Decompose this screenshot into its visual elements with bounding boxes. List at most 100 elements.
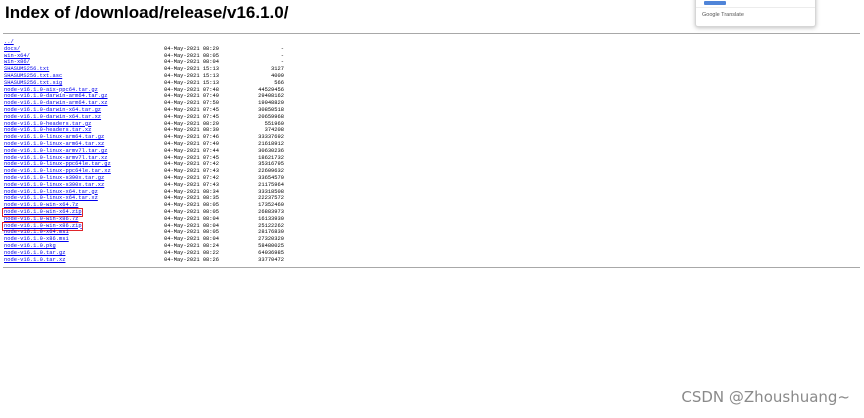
file-link[interactable]: node-v16.1.0-darwin-arm64.tar.gz xyxy=(4,93,108,100)
file-size: 22609632 xyxy=(258,168,284,175)
file-size: - xyxy=(280,45,284,52)
file-date: 04-May-2021 08:05 xyxy=(164,52,219,59)
file-row: node-v16.1.0.pkg 04-May-2021 08:24 5848002… xyxy=(4,243,284,250)
file-size: 29408162 xyxy=(258,93,284,100)
translate-action-button[interactable] xyxy=(704,1,726,5)
file-link[interactable]: node-v16.1.0-darwin-arm64.tar.xz xyxy=(4,100,108,107)
file-size: 4009 xyxy=(271,72,284,79)
file-size: 58480025 xyxy=(258,242,284,249)
file-size: 18621732 xyxy=(258,154,284,161)
file-size: 30850518 xyxy=(258,106,284,113)
file-link[interactable]: node-v16.1.0.tar.xz xyxy=(4,257,65,264)
file-row: node-v16.1.0-linux-armv7l.tar.gz 04-May-2… xyxy=(4,148,284,155)
file-row: node-v16.1.0-x86.msi 04-May-2021 08:04 273… xyxy=(4,236,284,243)
file-link[interactable]: SHASUMS256.txt.asc xyxy=(4,73,62,80)
file-link[interactable]: node-v16.1.0-linux-ppc64le.tar.gz xyxy=(4,161,111,168)
file-date: 04-May-2021 07:49 xyxy=(164,93,219,100)
file-link[interactable]: win-x64/ xyxy=(4,53,30,60)
file-row: node-v16.1.0-headers.tar.gz 04-May-2021 0… xyxy=(4,121,284,128)
file-link[interactable]: node-v16.1.0-x64.msi xyxy=(4,229,69,236)
file-date: 04-May-2021 15:13 xyxy=(164,79,219,86)
file-date: 04-May-2021 08:04 xyxy=(164,59,219,66)
file-row-highlighted: node-v16.1.0-win-x64.zip 04-May-2021 08:0… xyxy=(2,207,284,217)
file-row: SHASUMS256.txt.asc 04-May-2021 15:13 4009 xyxy=(4,73,284,80)
file-link[interactable]: node-v16.1.0-darwin-x64.tar.gz xyxy=(4,107,101,114)
top-divider xyxy=(3,33,860,34)
file-size: 35316795 xyxy=(258,161,284,168)
file-date: 04-May-2021 07:43 xyxy=(164,181,219,188)
file-size: 33770472 xyxy=(258,256,284,263)
file-size: 21175964 xyxy=(258,181,284,188)
file-size: 25122262 xyxy=(258,222,284,229)
file-link[interactable]: node-v16.1.0-linux-ppc64le.tar.xz xyxy=(4,168,111,175)
file-link[interactable]: node-v16.1.0-linux-arm64.tar.gz xyxy=(4,134,104,141)
file-size: 22237572 xyxy=(258,195,284,202)
file-link[interactable]: node-v16.1.0-headers.tar.gz xyxy=(4,121,91,128)
file-row: node-v16.1.0.tar.xz 04-May-2021 08:26 3377… xyxy=(4,257,284,264)
translate-popup-divider xyxy=(696,7,815,8)
file-date: 04-May-2021 08:35 xyxy=(164,195,219,202)
file-link[interactable]: node-v16.1.0-win-x86.zip xyxy=(4,223,82,230)
file-link[interactable]: SHASUMS256.txt xyxy=(4,66,49,73)
file-size: 64036985 xyxy=(258,249,284,256)
file-row: node-v16.1.0-linux-s390x.tar.xz 04-May-20… xyxy=(4,182,284,189)
file-link[interactable]: node-v16.1.0-x86.msi xyxy=(4,236,69,243)
file-link[interactable]: node-v16.1.0.tar.gz xyxy=(4,250,65,257)
file-row: node-v16.1.0-linux-ppc64le.tar.gz 04-May-… xyxy=(4,161,284,168)
file-link[interactable]: ../ xyxy=(4,39,14,46)
file-size: 26883973 xyxy=(258,208,284,215)
file-date: 04-May-2021 08:05 xyxy=(164,202,219,209)
file-size: - xyxy=(280,52,284,59)
file-date: 04-May-2021 07:45 xyxy=(164,113,219,120)
file-date: 04-May-2021 15:13 xyxy=(164,72,219,79)
file-date: 04-May-2021 08:29 xyxy=(164,45,219,52)
file-link[interactable]: node-v16.1.0.pkg xyxy=(4,243,56,250)
file-link[interactable]: node-v16.1.0-linux-armv7l.tar.xz xyxy=(4,155,108,162)
file-date: 04-May-2021 07:43 xyxy=(164,168,219,175)
page-title: Index of /download/release/v16.1.0/ xyxy=(5,3,289,22)
file-link[interactable]: win-x86/ xyxy=(4,59,30,66)
file-listing: ../docs/04-May-2021 08:29- win-x64/04-May… xyxy=(2,39,284,264)
file-date: 04-May-2021 07:50 xyxy=(164,100,219,107)
file-row: win-x64/04-May-2021 08:05 - xyxy=(4,53,284,60)
file-size: 44529456 xyxy=(258,86,284,93)
file-row: node-v16.1.0-aix-ppc64.tar.gz 04-May-2021… xyxy=(4,87,284,94)
file-size: 16133930 xyxy=(258,215,284,222)
file-row: node-v16.1.0-linux-ppc64le.tar.xz 04-May-… xyxy=(4,168,284,175)
file-link[interactable]: SHASUMS256.txt.sig xyxy=(4,80,62,87)
google-translate-popup[interactable]: Google Translate xyxy=(695,0,816,27)
file-link[interactable]: node-v16.1.0-linux-arm64.tar.xz xyxy=(4,141,104,148)
file-size: 20659968 xyxy=(258,113,284,120)
file-size: 566 xyxy=(274,79,284,86)
file-size: 27320320 xyxy=(258,236,284,243)
file-date: 04-May-2021 07:45 xyxy=(164,154,219,161)
file-row: node-v16.1.0-linux-x64.tar.xz 04-May-2021… xyxy=(4,195,284,202)
file-date: 04-May-2021 08:04 xyxy=(164,215,219,222)
file-link[interactable]: node-v16.1.0-linux-x64.tar.xz xyxy=(4,195,98,202)
file-link[interactable]: node-v16.1.0-headers.tar.xz xyxy=(4,127,91,134)
file-link[interactable]: node-v16.1.0-aix-ppc64.tar.gz xyxy=(4,87,98,94)
file-row: node-v16.1.0-darwin-arm64.tar.gz 04-May-2… xyxy=(4,93,284,100)
file-row: node-v16.1.0-darwin-x64.tar.xz 04-May-202… xyxy=(4,114,284,121)
file-link[interactable]: node-v16.1.0-linux-s390x.tar.gz xyxy=(4,175,104,182)
file-date: 04-May-2021 08:22 xyxy=(164,249,219,256)
file-row: node-v16.1.0-linux-x64.tar.gz 04-May-2021… xyxy=(4,189,284,196)
file-date: 04-May-2021 08:26 xyxy=(164,256,219,263)
file-link[interactable]: node-v16.1.0-linux-x64.tar.gz xyxy=(4,189,98,196)
file-size: 33318508 xyxy=(258,188,284,195)
file-row: node-v16.1.0.tar.gz 04-May-2021 08:22 6403… xyxy=(4,250,284,257)
file-row: node-v16.1.0-linux-arm64.tar.xz 04-May-20… xyxy=(4,141,284,148)
file-date: 04-May-2021 07:46 xyxy=(164,134,219,141)
file-size: - xyxy=(280,59,284,66)
file-link[interactable]: node-v16.1.0-win-x64.zip xyxy=(4,209,82,216)
file-date: 04-May-2021 08:04 xyxy=(164,222,219,229)
file-date: 04-May-2021 15:13 xyxy=(164,66,219,73)
file-row: ../ xyxy=(4,39,284,46)
file-link[interactable]: node-v16.1.0-linux-s390x.tar.xz xyxy=(4,182,104,189)
file-row: win-x86/04-May-2021 08:04 - xyxy=(4,59,284,66)
file-link[interactable]: node-v16.1.0-darwin-x64.tar.xz xyxy=(4,114,101,121)
file-link[interactable]: node-v16.1.0-linux-armv7l.tar.gz xyxy=(4,148,108,155)
file-date: 04-May-2021 07:44 xyxy=(164,147,219,154)
file-link[interactable]: docs/ xyxy=(4,46,20,53)
bottom-divider xyxy=(3,267,860,268)
